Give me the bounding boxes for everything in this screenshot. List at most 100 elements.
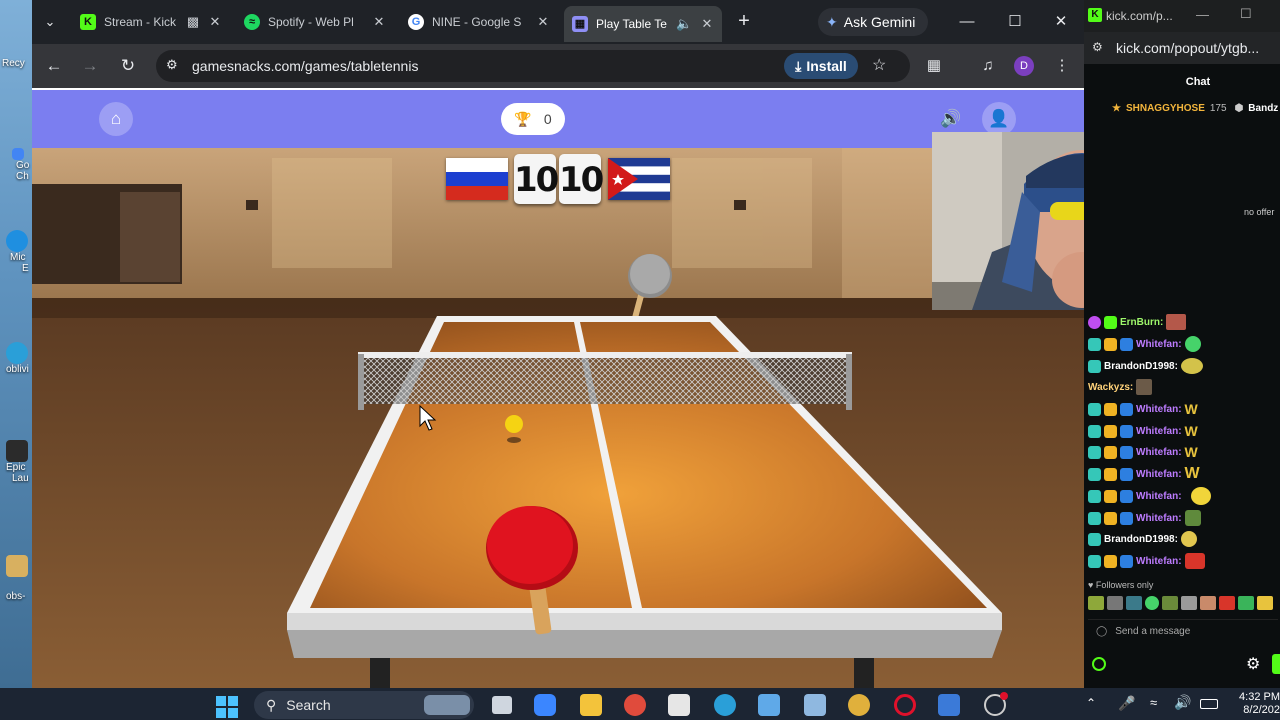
task-view-icon[interactable]	[492, 696, 512, 714]
chrome-profile-icon[interactable]	[848, 694, 870, 716]
desktop-icon-epic[interactable]: Epic Lau	[2, 440, 32, 484]
chat-minimize-button[interactable]: —	[1196, 7, 1209, 22]
control-panel-icon[interactable]	[804, 694, 826, 716]
install-icon: ⤓	[795, 57, 802, 74]
tab-search-button[interactable]: ⌄	[36, 8, 64, 36]
chat-username[interactable]: BrandonD1998:	[1104, 361, 1178, 372]
edge-icon[interactable]	[714, 694, 736, 716]
browser-window: ⌄ K Stream - Kick ▩ ✕ ≈ Spotify - Web Pl…	[32, 0, 1084, 688]
profile-avatar[interactable]: D	[1014, 56, 1034, 76]
taskbar-search[interactable]: ⚲ Search	[254, 691, 474, 719]
chat-username[interactable]: Whitefan:	[1136, 513, 1182, 524]
new-tab-button[interactable]: +	[730, 8, 758, 36]
chat-username[interactable]: Whitefan:	[1136, 556, 1182, 567]
desktop-icon-recycle-bin[interactable]: Recy	[2, 50, 32, 90]
tab-kick[interactable]: K Stream - Kick ▩ ✕	[72, 8, 230, 36]
desktop-icon-oblivion[interactable]: oblivi	[2, 342, 32, 382]
windows-start-icon[interactable]	[216, 696, 238, 718]
game-canvas[interactable]: 10 10	[32, 148, 1084, 688]
chat-username[interactable]: Whitefan:	[1136, 426, 1182, 437]
crown-badge-icon	[1104, 467, 1117, 481]
tab-close-icon[interactable]: ✕	[372, 14, 386, 30]
chat-username[interactable]: ErnBurn:	[1120, 317, 1163, 328]
chat-username[interactable]: Whitefan:	[1136, 469, 1182, 480]
emote-icon[interactable]	[1088, 596, 1104, 610]
site-info-icon[interactable]: ⚙	[1092, 40, 1103, 54]
send-message-input[interactable]: ◯ Send a message	[1088, 619, 1278, 643]
score-right: 10	[559, 154, 604, 204]
opera-icon[interactable]	[894, 694, 916, 716]
microphone-icon[interactable]: 🎤	[1118, 695, 1135, 712]
speaker-icon[interactable]: 🔈	[676, 16, 692, 32]
menu-kebab-icon[interactable]: ⋮	[1048, 52, 1076, 80]
tab-spotify[interactable]: ≈ Spotify - Web Pl ✕	[236, 8, 394, 36]
media-controls-icon[interactable]: ♫	[974, 52, 1002, 80]
chat-username[interactable]: Whitefan:	[1136, 404, 1182, 415]
trophy-counter[interactable]: 🏆 0	[501, 103, 565, 135]
photos-icon[interactable]	[758, 694, 780, 716]
desktop-icon-obs[interactable]: obs-	[2, 555, 32, 602]
chat-url-bar[interactable]: ⚙ kick.com/popout/ytgb...	[1084, 32, 1280, 64]
sub-badge-icon	[1088, 554, 1101, 568]
emote-icon[interactable]	[1219, 596, 1235, 610]
desktop-icon-label: Lau	[12, 473, 29, 484]
score-left: 10	[514, 154, 559, 204]
maximize-button[interactable]: ☐	[1000, 8, 1030, 36]
back-button[interactable]: ←	[40, 52, 68, 80]
star-badge-icon	[1104, 315, 1117, 329]
emote-icon[interactable]	[1162, 596, 1178, 610]
file-explorer-icon[interactable]	[580, 694, 602, 716]
emote-icon[interactable]	[1200, 596, 1216, 610]
chat-send-button[interactable]	[1272, 654, 1280, 674]
chat-url-text[interactable]: kick.com/popout/ytgb...	[1116, 40, 1259, 56]
ball-shadow	[507, 437, 521, 443]
chat-username[interactable]: BrandonD1998:	[1104, 534, 1178, 545]
emote-icon[interactable]	[1181, 596, 1197, 610]
tab-close-icon[interactable]: ✕	[700, 16, 714, 32]
emote-icon[interactable]	[1107, 596, 1123, 610]
chat-username[interactable]: Whitefan:	[1136, 339, 1182, 350]
url-text[interactable]: gamesnacks.com/games/tabletennis	[192, 58, 418, 74]
home-icon[interactable]: ⌂	[99, 102, 133, 136]
store-icon[interactable]	[668, 694, 690, 716]
chat-username[interactable]: Whitefan:	[1136, 491, 1182, 502]
emote-icon[interactable]	[1126, 596, 1142, 610]
system-clock[interactable]: 4:32 PM 8/2/202	[1236, 691, 1280, 717]
emote-icon[interactable]	[1238, 596, 1254, 610]
emote-icon[interactable]	[1145, 596, 1159, 610]
site-info-icon[interactable]: ⚙	[166, 57, 178, 73]
tab-close-icon[interactable]: ✕	[208, 14, 222, 30]
chrome-icon[interactable]	[624, 694, 646, 716]
green-emote-icon	[1184, 336, 1201, 352]
install-app-button[interactable]: ⤓ Install	[784, 53, 858, 79]
ask-gemini-button[interactable]: ✦ Ask Gemini	[818, 8, 928, 36]
tab-google[interactable]: G NINE - Google S ✕	[400, 8, 558, 36]
desktop-icon-chrome[interactable]: Go Ch	[2, 148, 32, 188]
tab-table-tennis[interactable]: ▦ Play Table Te 🔈 ✕	[564, 6, 722, 42]
battery-icon[interactable]	[1200, 699, 1218, 709]
address-bar[interactable]: ⚙ gamesnacks.com/games/tabletennis ⤓ Ins…	[156, 50, 910, 82]
settings-gear-icon[interactable]: ⚙	[1246, 654, 1260, 674]
minimize-button[interactable]: —	[952, 8, 982, 36]
show-hidden-icons-button[interactable]: ⌃	[1086, 696, 1096, 710]
extensions-icon[interactable]: ▦	[920, 52, 948, 80]
chat-message: Wackyzs:	[1088, 377, 1153, 397]
user-icon[interactable]: 👤	[982, 102, 1016, 136]
chat-username[interactable]: Whitefan:	[1136, 447, 1182, 458]
paint-icon[interactable]	[938, 694, 960, 716]
forward-button[interactable]: →	[76, 52, 104, 80]
bookmark-star-icon[interactable]: ☆	[872, 55, 886, 75]
kick-logo-icon[interactable]	[1092, 657, 1106, 671]
reload-button[interactable]: ↻	[114, 52, 142, 80]
copilot-icon[interactable]	[534, 694, 556, 716]
close-window-button[interactable]: ✕	[1046, 8, 1076, 36]
chat-username[interactable]: Wackyzs:	[1088, 382, 1133, 393]
volume-icon[interactable]: 🔊	[1174, 694, 1191, 711]
emote-icon[interactable]	[1257, 596, 1273, 610]
wifi-icon[interactable]: ≈	[1150, 695, 1157, 710]
tab-close-icon[interactable]: ✕	[536, 14, 550, 30]
chat-footer: ⚙	[1084, 648, 1280, 680]
desktop-icon-edge[interactable]: Mic E	[2, 230, 32, 274]
sound-icon[interactable]: 🔊	[934, 102, 968, 136]
chat-maximize-button[interactable]: ☐	[1240, 6, 1252, 22]
